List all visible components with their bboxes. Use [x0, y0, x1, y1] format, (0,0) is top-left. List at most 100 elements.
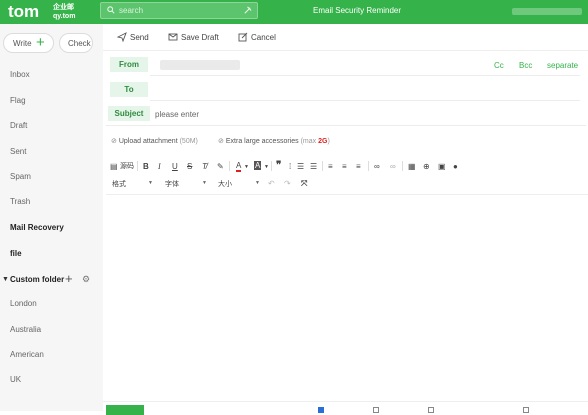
- font-color-icon[interactable]: A: [236, 161, 242, 172]
- divider: [368, 161, 369, 171]
- search-box[interactable]: [100, 2, 258, 19]
- search-icon: [107, 6, 115, 14]
- divider: [322, 161, 323, 171]
- quote-icon[interactable]: ❞: [276, 161, 281, 171]
- highlight-color-icon[interactable]: A: [254, 161, 262, 170]
- sidebar-item-sent[interactable]: Sent: [10, 147, 26, 156]
- paperclip-icon: ⊘: [218, 138, 224, 145]
- send-icon: [117, 32, 127, 42]
- write-label: Write: [13, 39, 32, 48]
- from-address-value[interactable]: [160, 60, 240, 70]
- source-label[interactable]: 源码: [120, 162, 134, 172]
- save-draft-label: Save Draft: [181, 33, 219, 42]
- edit-icon: [238, 32, 248, 42]
- fullscreen-icon[interactable]: ⤧: [301, 179, 307, 189]
- to-label: To: [110, 82, 148, 97]
- cc-link[interactable]: Cc: [494, 61, 504, 70]
- bcc-link[interactable]: Bcc: [519, 61, 532, 70]
- upload-limit: (50M): [179, 138, 198, 145]
- subject-input[interactable]: please enter: [155, 110, 199, 119]
- send-label: Send: [130, 33, 149, 42]
- divider: [150, 100, 580, 101]
- check-label: Check: [68, 39, 91, 48]
- sidebar-item-london[interactable]: London: [10, 299, 37, 308]
- globe-icon[interactable]: ⊕: [423, 162, 430, 172]
- unordered-list-icon[interactable]: ☰: [310, 162, 317, 172]
- strikethrough-icon[interactable]: S: [187, 162, 192, 172]
- sidebar-item-american[interactable]: American: [10, 350, 44, 359]
- security-reminder-link[interactable]: Email Security Reminder: [313, 6, 401, 15]
- save-icon: [168, 33, 178, 41]
- font-select-label: 字体: [165, 181, 179, 188]
- bottom-send-button[interactable]: [106, 405, 144, 415]
- message-body-editor[interactable]: [103, 196, 588, 401]
- chevron-down-icon: ▼: [202, 180, 207, 186]
- font-select[interactable]: 字体 ▼: [165, 179, 207, 189]
- logo-sub-text: qy.tom: [53, 13, 76, 20]
- logo-text: tom: [8, 2, 40, 21]
- italic-icon[interactable]: I: [158, 162, 161, 172]
- sidebar-item-draft[interactable]: Draft: [10, 121, 27, 130]
- compose-toolbar: Send Save Draft Cancel: [103, 24, 588, 51]
- add-folder-icon[interactable]: +: [65, 271, 73, 286]
- sidebar-item-file[interactable]: file: [10, 249, 22, 258]
- check-button[interactable]: Check: [59, 33, 93, 53]
- from-label: From: [110, 57, 148, 72]
- undo-icon[interactable]: ↶: [268, 179, 275, 189]
- custom-folder-header[interactable]: ▼ Custom folder + ⚙: [0, 271, 103, 286]
- tag-icon[interactable]: [243, 6, 252, 15]
- underline-icon[interactable]: U: [172, 162, 178, 172]
- bold-icon[interactable]: B: [143, 162, 149, 172]
- gear-icon[interactable]: ⚙: [82, 274, 90, 285]
- divider: [150, 75, 580, 76]
- clear-format-icon[interactable]: T̸: [202, 162, 207, 172]
- sidebar-item-trash[interactable]: Trash: [10, 197, 30, 206]
- write-button[interactable]: Write +: [3, 33, 54, 53]
- align-left-icon[interactable]: ≡: [328, 162, 333, 172]
- search-input[interactable]: [119, 4, 229, 17]
- upload-attachment-link[interactable]: ⊘ Upload attachment (50M): [111, 137, 198, 145]
- separate-link[interactable]: separate: [547, 61, 578, 70]
- cancel-label: Cancel: [251, 33, 276, 42]
- image-icon[interactable]: ▣: [438, 162, 446, 172]
- sidebar-item-inbox[interactable]: Inbox: [10, 70, 30, 79]
- table-icon[interactable]: ▦: [408, 162, 416, 172]
- logo[interactable]: tom 企业邮 qy.tom: [8, 2, 88, 22]
- emoji-icon[interactable]: ●: [453, 162, 458, 172]
- sidebar: Write + Check Inbox Flag Draft Sent Spam…: [0, 24, 103, 411]
- redo-icon[interactable]: ↷: [284, 179, 291, 189]
- format-select[interactable]: 格式 ▼: [112, 179, 153, 189]
- unlink-icon[interactable]: ∞: [390, 162, 396, 172]
- divider: [106, 125, 586, 126]
- subject-label: Subject: [108, 106, 150, 121]
- link-icon[interactable]: ∞: [374, 162, 380, 172]
- option-checkbox[interactable]: [428, 407, 434, 413]
- source-icon[interactable]: ▤: [110, 162, 118, 172]
- size-select-label: 大小: [218, 181, 232, 188]
- sidebar-item-spam[interactable]: Spam: [10, 172, 31, 181]
- align-right-icon[interactable]: ≡: [356, 162, 361, 172]
- large-accessories-link[interactable]: ⊘ Extra large accessories (max 2G): [218, 137, 330, 145]
- format-painter-icon[interactable]: ✎: [217, 162, 224, 172]
- custom-folder-label: Custom folder: [10, 275, 65, 284]
- chevron-down-icon[interactable]: ▼: [264, 162, 269, 172]
- option-checkbox[interactable]: [523, 407, 529, 413]
- size-select[interactable]: 大小 ▼: [218, 179, 260, 189]
- sidebar-item-uk[interactable]: UK: [10, 375, 21, 384]
- divider: [229, 161, 230, 171]
- ordered-list-icon[interactable]: ☰: [297, 162, 304, 172]
- option-checkbox[interactable]: [318, 407, 324, 413]
- chevron-down-icon: ▼: [255, 180, 260, 186]
- upload-label: Upload attachment: [118, 138, 178, 145]
- sidebar-item-flag[interactable]: Flag: [10, 96, 26, 105]
- sidebar-item-mail-recovery[interactable]: Mail Recovery: [10, 223, 64, 232]
- chevron-down-icon[interactable]: ▼: [244, 162, 249, 172]
- separator-icon[interactable]: ⁞: [289, 162, 291, 172]
- user-account[interactable]: [512, 8, 582, 15]
- option-checkbox[interactable]: [373, 407, 379, 413]
- paperclip-icon: ⊘: [111, 138, 117, 145]
- sidebar-item-australia[interactable]: Australia: [10, 325, 41, 334]
- align-center-icon[interactable]: ≡: [342, 162, 347, 172]
- format-select-label: 格式: [112, 181, 126, 188]
- triangle-down-icon: ▼: [2, 276, 9, 283]
